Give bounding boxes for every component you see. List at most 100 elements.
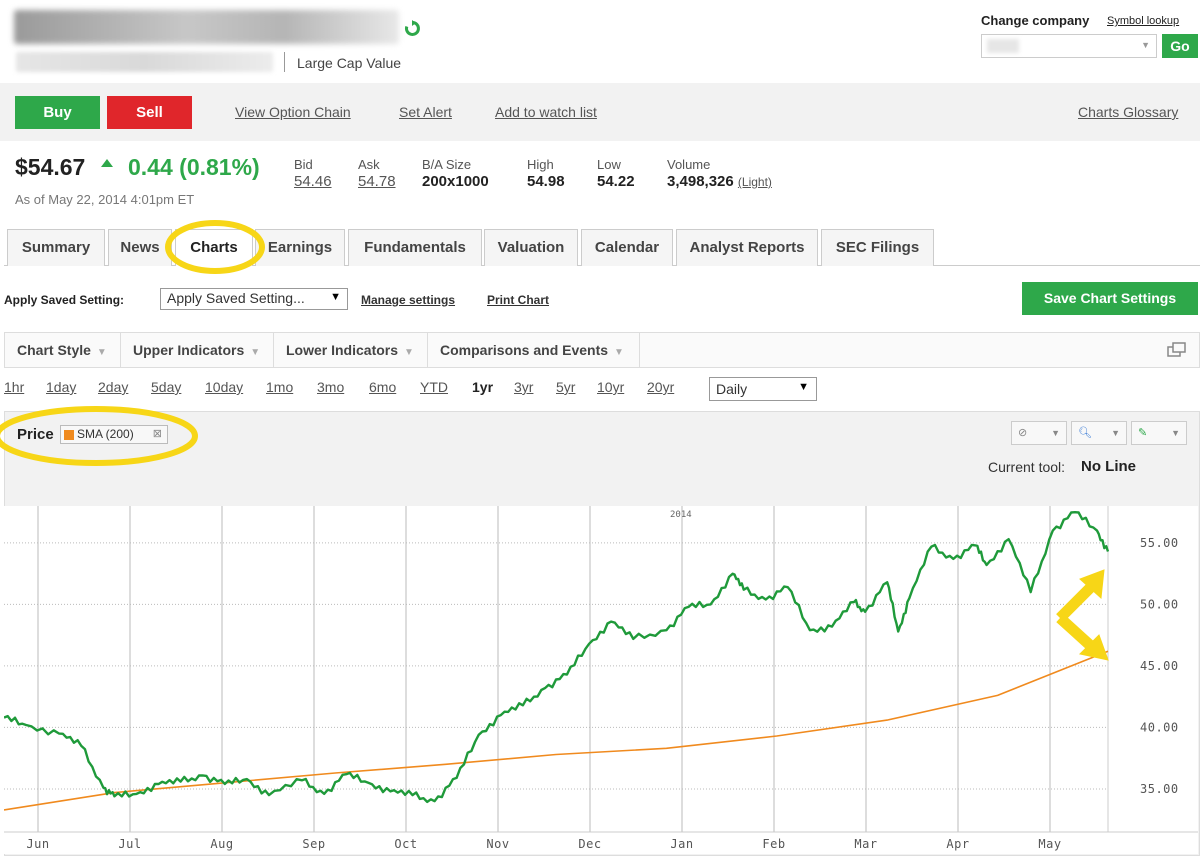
line-tool-button[interactable]: ⊘ ▼: [1011, 421, 1067, 445]
add-to-watch-list-link[interactable]: Add to watch list: [495, 104, 597, 120]
ask-label: Ask: [358, 157, 380, 172]
range-3yr[interactable]: 3yr: [514, 379, 533, 395]
range-2day[interactable]: 2day: [98, 379, 128, 395]
dropdown-comparisons-and-events[interactable]: Comparisons and Events ▼: [428, 333, 640, 367]
apply-saved-setting-label: Apply Saved Setting:: [4, 293, 125, 307]
interval-value: Daily: [716, 381, 748, 397]
range-3mo[interactable]: 3mo: [317, 379, 344, 395]
tab-summary[interactable]: Summary: [7, 229, 105, 266]
range-5yr[interactable]: 5yr: [556, 379, 575, 395]
tab-fundamentals[interactable]: Fundamentals: [348, 229, 482, 266]
dropdown-lower-indicators[interactable]: Lower Indicators ▼: [274, 333, 428, 367]
dropdown-label: Comparisons and Events: [440, 342, 609, 358]
low-label: Low: [597, 157, 621, 172]
current-tool-label: Current tool:: [988, 459, 1066, 475]
indicator-toolbar: Chart Style ▼ Upper Indicators ▼ Lower Indic…: [4, 332, 1200, 368]
x-tick-label: Sep: [302, 837, 325, 851]
set-alert-link[interactable]: Set Alert: [399, 104, 452, 120]
range-6mo[interactable]: 6mo: [369, 379, 396, 395]
view-option-chain-link[interactable]: View Option Chain: [235, 104, 351, 120]
x-tick-label: Jun: [26, 837, 49, 851]
range-1day[interactable]: 1day: [46, 379, 76, 395]
symbol-lookup-link[interactable]: Symbol lookup: [1107, 15, 1179, 27]
remove-icon[interactable]: ⊠: [153, 426, 162, 443]
company-name-redacted: [14, 10, 399, 44]
draw-tool-button[interactable]: ✎ ▼: [1131, 421, 1187, 445]
sma-color-swatch: [64, 430, 74, 440]
low-value: 54.22: [597, 173, 635, 190]
range-1hr[interactable]: 1hr: [4, 379, 24, 395]
chart-background: [4, 506, 1198, 854]
save-chart-settings-button[interactable]: Save Chart Settings: [1022, 282, 1198, 315]
no-line-icon: ⊘: [1018, 427, 1028, 439]
as-of-timestamp: As of May 22, 2014 4:01pm ET: [15, 192, 195, 207]
saved-setting-select[interactable]: Apply Saved Setting... ▼: [160, 288, 348, 310]
dropdown-label: Upper Indicators: [133, 342, 245, 358]
tab-valuation[interactable]: Valuation: [484, 229, 578, 266]
company-subtitle-redacted: [16, 52, 273, 72]
category-label: Large Cap Value: [297, 55, 402, 71]
company-select-value-redacted: [987, 39, 1019, 53]
chevron-down-icon: ▼: [250, 347, 261, 358]
refresh-icon[interactable]: [404, 20, 421, 37]
go-button[interactable]: Go: [1162, 34, 1198, 58]
tab-analyst-reports[interactable]: Analyst Reports: [676, 229, 818, 266]
tab-earnings[interactable]: Earnings: [255, 229, 345, 266]
print-chart-link[interactable]: Print Chart: [487, 293, 549, 307]
price-chart[interactable]: 35.00 40.00 45.00 50.00 55.00 Jun Jul Aug Sep Oct…: [4, 506, 1198, 854]
popout-icon[interactable]: [1167, 342, 1187, 358]
y-tick-label: 40.00: [1140, 720, 1179, 734]
x-tick-label: Oct: [394, 837, 417, 851]
year-marker-label: 2014: [670, 510, 692, 520]
tab-charts[interactable]: Charts: [175, 229, 253, 266]
ba-size-value: 200x1000: [422, 173, 489, 190]
action-bar: Buy Sell View Option Chain Set Alert Add…: [0, 83, 1200, 141]
company-select[interactable]: ▼: [981, 34, 1157, 58]
ba-size-label: B/A Size: [422, 157, 472, 172]
dropdown-arrow-icon: ▼: [798, 381, 809, 393]
chevron-down-icon: ▼: [404, 347, 414, 358]
chevron-down-icon: ▼: [1051, 428, 1060, 438]
tab-sec-filings[interactable]: SEC Filings: [821, 229, 934, 266]
range-10day[interactable]: 10day: [205, 379, 243, 395]
sma-label: SMA (200): [77, 427, 134, 441]
x-tick-label: Feb: [762, 837, 785, 851]
chevron-down-icon: ▼: [1111, 428, 1120, 438]
manage-settings-link[interactable]: Manage settings: [361, 293, 455, 307]
tab-news[interactable]: News: [108, 229, 172, 266]
dropdown-upper-indicators[interactable]: Upper Indicators ▼: [121, 333, 274, 367]
range-1yr[interactable]: 1yr: [472, 379, 493, 395]
ask-value[interactable]: 54.78: [358, 173, 396, 190]
dropdown-label: Chart Style: [17, 342, 91, 358]
x-tick-label: Jul: [118, 837, 141, 851]
bid-value[interactable]: 54.46: [294, 173, 332, 190]
x-tick-label: Dec: [578, 837, 601, 851]
last-price: $54.67: [15, 154, 86, 180]
range-20yr[interactable]: 20yr: [647, 379, 674, 395]
x-tick-label: Apr: [946, 837, 969, 851]
y-tick-label: 35.00: [1140, 782, 1179, 796]
x-tick-label: May: [1038, 837, 1061, 851]
price-change: 0.44 (0.81%): [128, 154, 260, 180]
range-5day[interactable]: 5day: [151, 379, 181, 395]
dropdown-chart-style[interactable]: Chart Style ▼: [5, 333, 121, 367]
range-10yr[interactable]: 10yr: [597, 379, 624, 395]
y-tick-label: 45.00: [1140, 659, 1179, 673]
current-tool-value: No Line: [1081, 458, 1136, 475]
charts-glossary-link[interactable]: Charts Glossary: [1078, 104, 1178, 120]
interval-select[interactable]: Daily ▼: [709, 377, 817, 401]
volume-label: Volume: [667, 157, 711, 172]
dropdown-arrow-icon: ▼: [330, 291, 341, 303]
dropdown-label: Lower Indicators: [286, 342, 399, 358]
buy-button[interactable]: Buy: [15, 96, 100, 129]
volume-light-link[interactable]: (Light): [738, 175, 772, 189]
bid-label: Bid: [294, 157, 313, 172]
range-ytd[interactable]: YTD: [420, 379, 448, 395]
zoom-tool-button[interactable]: 🔍︎ ▼: [1071, 421, 1127, 445]
chevron-down-icon: ▼: [1141, 40, 1150, 50]
up-arrow-icon: [101, 159, 113, 167]
sma-indicator-chip[interactable]: SMA (200) ⊠: [60, 425, 168, 444]
range-1mo[interactable]: 1mo: [266, 379, 293, 395]
tab-calendar[interactable]: Calendar: [581, 229, 673, 266]
sell-button[interactable]: Sell: [107, 96, 192, 129]
